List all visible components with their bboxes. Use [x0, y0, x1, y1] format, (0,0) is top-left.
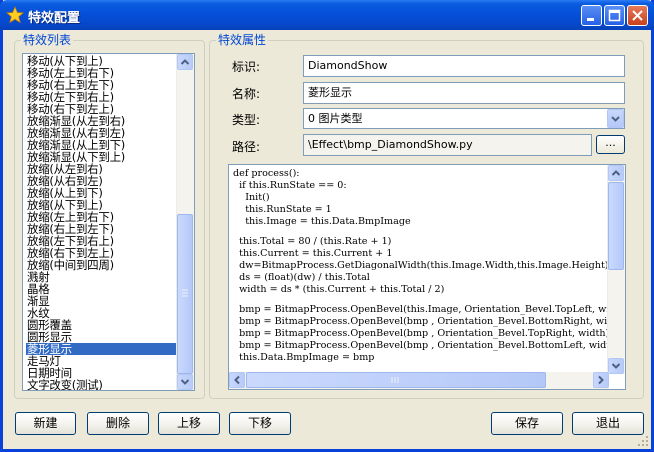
- type-dropdown-button[interactable]: [607, 109, 624, 128]
- effect-list-items: 移动(从下到上) 移动(左上到右下) 移动(右上到左下) 移动(左下到右上) 移动(右下…: [26, 55, 176, 390]
- code-scroll-thumb[interactable]: [608, 182, 624, 270]
- exit-button[interactable]: 退出: [572, 412, 644, 435]
- chevron-down-icon: [180, 379, 190, 385]
- window-title: 特效配置: [28, 11, 81, 26]
- script-code: def process(): if this.RunState == 0: In…: [233, 168, 626, 364]
- code-line: Init(): [233, 192, 270, 203]
- code-line: width = ds * (this.Current + this.Total …: [233, 284, 445, 295]
- effect-listbox[interactable]: 移动(从下到上) 移动(左上到右下) 移动(右上到左下) 移动(左下到右上) 移动(右下…: [22, 53, 195, 391]
- code-scroll-down-button[interactable]: [608, 358, 624, 374]
- list-scroll-down-button[interactable]: [177, 374, 193, 390]
- code-line: bmp = BitmapProcess.OpenBevel(bmp , Orie…: [233, 316, 626, 327]
- chevron-up-icon: [611, 170, 621, 176]
- code-scroll-right-button[interactable]: [593, 372, 609, 388]
- path-label: 路径:: [232, 140, 261, 154]
- code-line: this.Total = 80 / (this.Rate + 1): [233, 236, 392, 247]
- new-button[interactable]: 新建: [15, 412, 76, 435]
- id-input[interactable]: DiamondShow: [303, 55, 625, 77]
- minimize-button[interactable]: [581, 5, 602, 26]
- code-vertical-scrollbar[interactable]: [607, 165, 625, 374]
- star-icon: [6, 6, 24, 24]
- code-line: bmp = BitmapProcess.OpenBevel(this.Image…: [233, 304, 626, 315]
- maximize-icon: [608, 9, 621, 22]
- code-line: bmp = BitmapProcess.OpenBevel(bmp , Orie…: [233, 340, 621, 351]
- code-scroll-up-button[interactable]: [608, 165, 624, 181]
- list-item[interactable]: 文字改变(测试): [26, 379, 176, 390]
- type-label: 类型:: [232, 113, 261, 127]
- close-icon: [632, 10, 643, 21]
- chevron-right-icon: [598, 375, 604, 385]
- path-input[interactable]: \Effect\bmp_DiamondShow.py: [303, 134, 592, 156]
- code-scroll-left-button[interactable]: [229, 372, 245, 388]
- code-line: this.Image = this.Data.BmpImage: [233, 216, 411, 227]
- move-down-button[interactable]: 下移: [229, 412, 291, 435]
- id-label: 标识:: [232, 60, 261, 74]
- delete-button[interactable]: 删除: [87, 412, 149, 435]
- title-bar[interactable]: 特效配置: [0, 0, 654, 30]
- chevron-down-icon: [611, 116, 620, 122]
- chevron-down-icon: [611, 363, 621, 369]
- close-button[interactable]: [627, 5, 648, 26]
- code-horizontal-scrollbar[interactable]: [229, 372, 609, 389]
- browse-button[interactable]: ...: [596, 135, 625, 154]
- type-select[interactable]: 0 图片类型: [303, 108, 625, 129]
- grip-icon: [391, 377, 399, 383]
- move-up-button[interactable]: 上移: [158, 412, 220, 435]
- list-vertical-scrollbar[interactable]: [176, 54, 194, 390]
- script-editor[interactable]: def process(): if this.RunState == 0: In…: [228, 164, 626, 390]
- effect-properties-label: 特效属性: [216, 33, 269, 48]
- code-line: this.RunState = 1: [233, 204, 332, 215]
- effect-list-label: 特效列表: [21, 33, 74, 48]
- code-line: ds = (float)(dw) / this.Total: [233, 272, 370, 283]
- code-line: def process():: [233, 168, 300, 179]
- list-scroll-up-button[interactable]: [177, 54, 193, 70]
- grip-icon: [182, 289, 188, 297]
- type-select-value: 0 图片类型: [308, 112, 363, 125]
- save-button[interactable]: 保存: [491, 412, 563, 435]
- name-input[interactable]: 菱形显示: [303, 82, 625, 104]
- resize-grip-icon[interactable]: [637, 435, 649, 447]
- code-line: this.Current = this.Current + 1: [233, 248, 393, 259]
- code-line: if this.RunState == 0:: [233, 180, 347, 191]
- chevron-up-icon: [180, 59, 190, 65]
- effect-config-window: 特效配置 特效列表 移动(从下到上) 移动(左上到右下) 移动(右上到左下) 移动(左…: [0, 0, 654, 452]
- name-label: 名称:: [232, 87, 261, 101]
- minimize-icon: [587, 18, 594, 21]
- code-hscroll-thumb[interactable]: [246, 372, 546, 388]
- code-line: this.Data.BmpImage = bmp: [233, 352, 375, 363]
- code-line: dw=BitmapProcess.GetDiagonalWidth(this.I…: [233, 260, 609, 271]
- code-line: bmp = BitmapProcess.OpenBevel(bmp , Orie…: [233, 328, 610, 339]
- maximize-button[interactable]: [604, 5, 625, 26]
- list-scroll-thumb[interactable]: [177, 214, 193, 374]
- chevron-left-icon: [234, 375, 240, 385]
